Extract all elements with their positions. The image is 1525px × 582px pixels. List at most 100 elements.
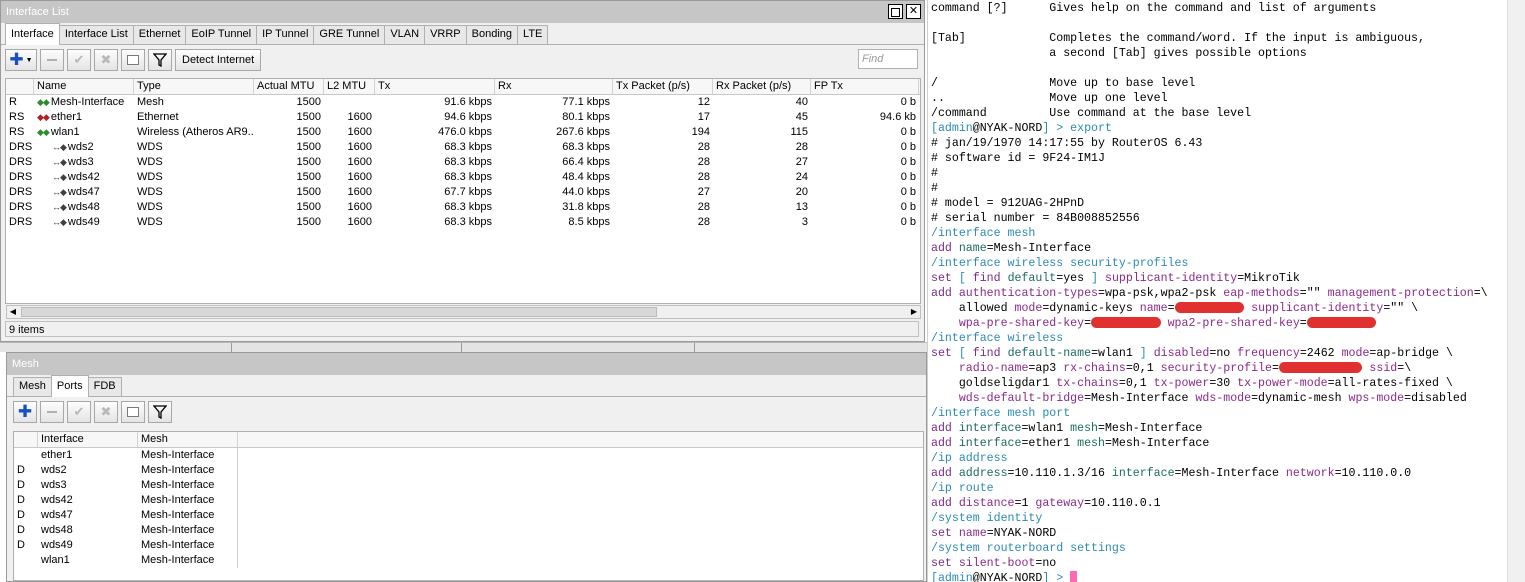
cell-flags: DRS bbox=[9, 186, 33, 198]
table-row[interactable]: Dwds2 Mesh-Interface bbox=[14, 463, 923, 478]
column-header-interface[interactable]: Interface bbox=[38, 432, 138, 447]
wds-icon: ↔◆ bbox=[52, 157, 67, 167]
cell-tx: 68.3 kbps bbox=[444, 156, 492, 168]
column-header-type[interactable]: Type bbox=[134, 79, 254, 94]
table-row[interactable]: wlan1 Mesh-Interface bbox=[14, 553, 923, 568]
terminal-token: eap-methods bbox=[1223, 287, 1300, 300]
table-row[interactable]: RS ◆◆ wlan1 Wireless (Atheros AR9... 1500 160… bbox=[6, 125, 920, 140]
tab-interface-list[interactable]: Interface List bbox=[58, 25, 134, 44]
mesh-title-bar[interactable]: Mesh bbox=[7, 353, 926, 375]
enable-button[interactable]: ✔ bbox=[67, 401, 91, 423]
terminal-token: =wlan1 bbox=[1021, 422, 1071, 435]
column-header-tx[interactable]: Tx bbox=[375, 79, 495, 94]
find-input[interactable]: Find bbox=[858, 49, 918, 69]
column-header-actual-mtu[interactable]: Actual MTU bbox=[254, 79, 324, 94]
interface-name: wlan1 bbox=[50, 126, 80, 138]
column-header-flags[interactable] bbox=[14, 432, 38, 447]
scroll-left-icon[interactable]: ◀ bbox=[7, 306, 19, 318]
interface-list-title-bar[interactable]: Interface List ✕ bbox=[1, 1, 924, 23]
item-count-status: 9 items bbox=[5, 321, 919, 337]
terminal-token: set bbox=[931, 557, 959, 570]
cell-fptx: 0 b bbox=[900, 186, 916, 198]
table-row[interactable]: R ◆◆ Mesh-Interface Mesh 1500 91.6 kbps 77.1 k… bbox=[6, 95, 920, 110]
filter-button[interactable] bbox=[148, 49, 172, 71]
table-row[interactable]: DRS ↔◆ wds48 WDS 1500 1600 68.3 kbps 31.8 kbps 2… bbox=[6, 200, 920, 215]
column-header-mesh[interactable]: Mesh bbox=[138, 432, 238, 447]
tab-ports[interactable]: Ports bbox=[50, 375, 89, 397]
table-row[interactable]: RS ◆◆ ether1 Ethernet 1500 1600 94.6 kbps 80.1 … bbox=[6, 110, 920, 125]
terminal-token: wpa-pre-shared-key bbox=[958, 317, 1085, 330]
column-header-rx[interactable]: Rx bbox=[495, 79, 613, 94]
cell-tx: 67.7 kbps bbox=[444, 186, 492, 198]
column-header-l2-mtu[interactable]: L2 MTU bbox=[324, 79, 375, 94]
cell-name: ↔◆ wds42 bbox=[34, 170, 134, 185]
table-row[interactable]: Dwds48 Mesh-Interface bbox=[14, 523, 923, 538]
terminal-token: add bbox=[931, 467, 959, 480]
terminal-line: [Tab] Completes the command/word. If the… bbox=[931, 31, 1507, 46]
tab-vrrp[interactable]: VRRP bbox=[424, 25, 467, 44]
terminal-token: /ip route bbox=[931, 482, 994, 495]
wds-icon: ↔◆ bbox=[52, 202, 67, 212]
tab-fdb[interactable]: FDB bbox=[87, 377, 122, 396]
disable-button[interactable]: ✖ bbox=[94, 401, 118, 423]
remove-button[interactable] bbox=[40, 401, 64, 423]
scroll-right-icon[interactable]: ▶ bbox=[908, 306, 920, 318]
scroll-thumb[interactable] bbox=[21, 307, 657, 317]
column-header-name[interactable]: Name bbox=[34, 79, 134, 94]
tab-gre-tunnel[interactable]: GRE Tunnel bbox=[313, 25, 386, 44]
mesh-toolbar: ✚ ✔ ✖ bbox=[7, 397, 926, 427]
tab-vlan[interactable]: VLAN bbox=[384, 25, 426, 44]
add-button[interactable]: ✚ bbox=[13, 401, 37, 423]
terminal-token: find bbox=[972, 347, 1008, 360]
cell-name: ◆◆ Mesh-Interface bbox=[34, 95, 134, 110]
tab-lte[interactable]: LTE bbox=[517, 25, 549, 44]
terminal-token: security-profile bbox=[1160, 362, 1272, 375]
add-button[interactable]: ✚ ▼ bbox=[5, 49, 37, 71]
terminal-prompt[interactable]: [admin@NYAK-NORD] > bbox=[931, 571, 1507, 582]
comment-button[interactable] bbox=[121, 49, 145, 71]
cell-txp: 17 bbox=[697, 111, 710, 123]
terminal-token: [admin bbox=[931, 122, 973, 135]
table-row[interactable]: Dwds47 Mesh-Interface bbox=[14, 508, 923, 523]
table-row[interactable]: DRS ↔◆ wds3 WDS 1500 1600 68.3 kbps 66.4 kbps 28… bbox=[6, 155, 920, 170]
cell-l2mtu bbox=[324, 95, 375, 110]
comment-button[interactable] bbox=[121, 401, 145, 423]
horizontal-scrollbar[interactable]: ◀ ▶ bbox=[6, 305, 921, 319]
table-row[interactable]: DRS ↔◆ wds49 WDS 1500 1600 68.3 kbps 8.5 kbps 28… bbox=[6, 215, 920, 230]
interface-name: ether1 bbox=[50, 111, 83, 123]
terminal-token: =0,1 bbox=[1118, 377, 1154, 390]
terminal-vertical-scrollbar[interactable] bbox=[1507, 0, 1525, 582]
tab-eoip-tunnel[interactable]: EoIP Tunnel bbox=[185, 25, 258, 44]
terminal-token: # jan/19/1970 14:17:55 by RouterOS 6.43 bbox=[931, 137, 1203, 150]
table-row[interactable]: Dwds3 Mesh-Interface bbox=[14, 478, 923, 493]
terminal-token: =disabled bbox=[1404, 392, 1467, 405]
tab-ip-tunnel[interactable]: IP Tunnel bbox=[256, 25, 315, 44]
terminal[interactable]: command [?] Gives help on the command an… bbox=[927, 0, 1507, 582]
tab-mesh[interactable]: Mesh bbox=[13, 377, 52, 396]
mesh-icon: ◆◆ bbox=[37, 97, 50, 107]
filter-button[interactable] bbox=[148, 401, 172, 423]
table-row[interactable]: Dwds42 Mesh-Interface bbox=[14, 493, 923, 508]
tab-bonding[interactable]: Bonding bbox=[465, 25, 519, 44]
tab-interface[interactable]: Interface bbox=[5, 23, 60, 45]
column-header-rx-packet-p-s-[interactable]: Rx Packet (p/s) bbox=[713, 79, 811, 94]
terminal-token: ] bbox=[1091, 272, 1105, 285]
disable-button[interactable]: ✖ bbox=[94, 49, 118, 71]
table-row[interactable]: ether1 Mesh-Interface bbox=[14, 448, 923, 463]
chevron-down-icon: ▼ bbox=[25, 56, 33, 64]
close-icon[interactable]: ✕ bbox=[906, 4, 921, 19]
column-header-tx-packet-p-s-[interactable]: Tx Packet (p/s) bbox=[613, 79, 713, 94]
table-row[interactable]: DRS ↔◆ wds47 WDS 1500 1600 67.7 kbps 44.0 kbps 2… bbox=[6, 185, 920, 200]
terminal-token: ="" bbox=[1299, 287, 1328, 300]
interface-table: Name Type Actual MTU L2 MTU Tx Rx Tx Packet (p… bbox=[5, 78, 921, 304]
tab-ethernet[interactable]: Ethernet bbox=[132, 25, 187, 44]
column-header-flags[interactable] bbox=[6, 79, 34, 94]
enable-button[interactable]: ✔ bbox=[67, 49, 91, 71]
table-row[interactable]: Dwds49 Mesh-Interface bbox=[14, 538, 923, 553]
detect-internet-button[interactable]: Detect Internet bbox=[175, 49, 262, 71]
table-row[interactable]: DRS ↔◆ wds42 WDS 1500 1600 68.3 kbps 48.4 kbps 2… bbox=[6, 170, 920, 185]
table-row[interactable]: DRS ↔◆ wds2 WDS 1500 1600 68.3 kbps 68.3 kbps 28… bbox=[6, 140, 920, 155]
remove-button[interactable] bbox=[40, 49, 64, 71]
maximize-icon[interactable] bbox=[888, 4, 903, 19]
column-header-fp-tx[interactable]: FP Tx bbox=[811, 79, 919, 94]
